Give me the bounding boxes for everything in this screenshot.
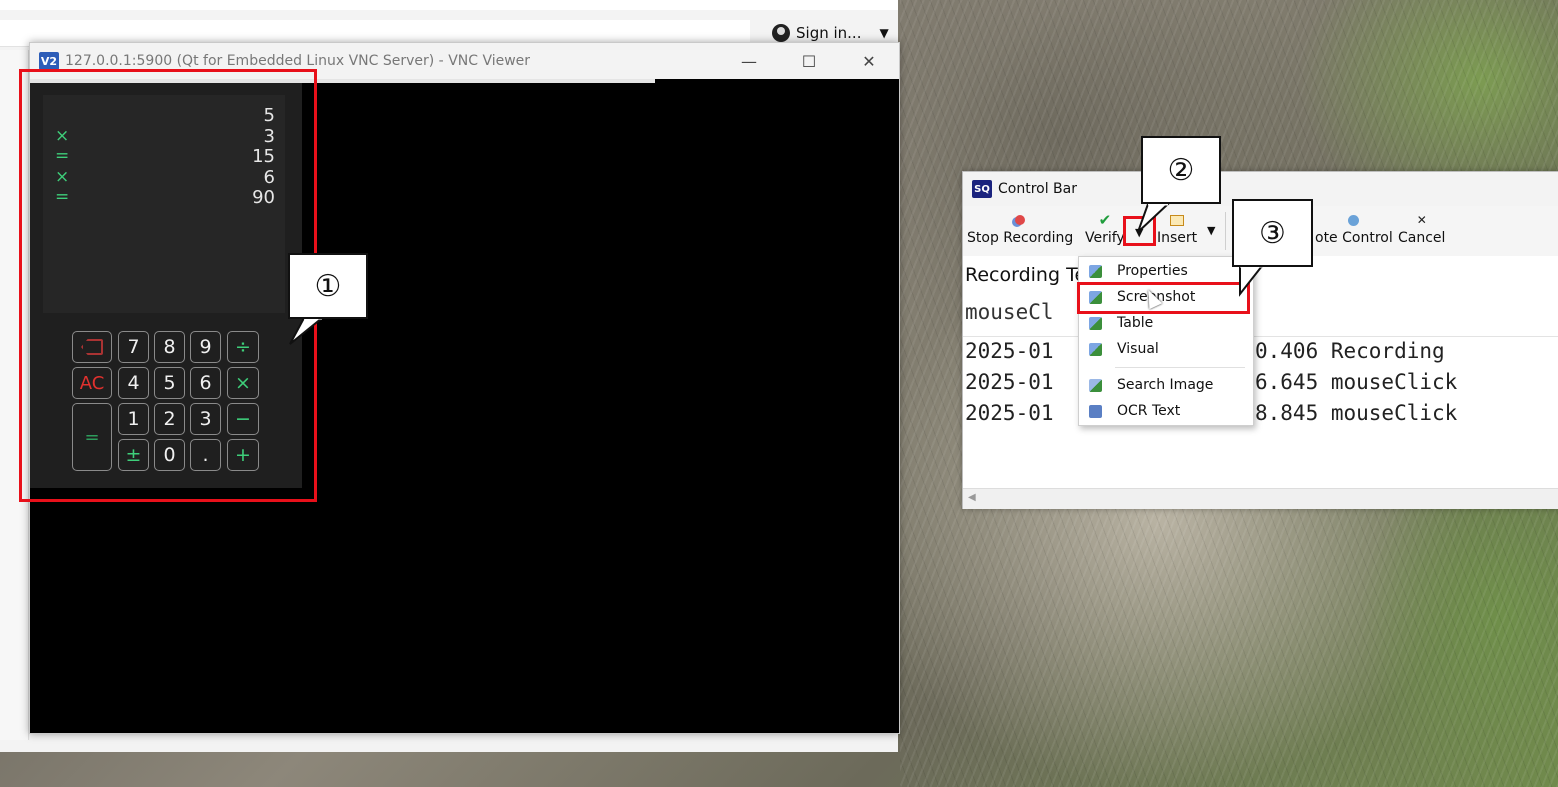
- callout-step-1: ①: [288, 253, 368, 319]
- remote-control-icon: [1348, 214, 1360, 226]
- callout-tail: [1239, 264, 1265, 297]
- log-event: 8.845 mouseClick: [1255, 401, 1458, 425]
- cancel-label: Cancel: [1398, 230, 1446, 246]
- menu-item-label: Table: [1117, 315, 1154, 331]
- annotation-box-screenshot: [1077, 282, 1250, 314]
- menu-item-search-image[interactable]: Search Image: [1079, 372, 1253, 398]
- menu-separator: [1115, 367, 1245, 368]
- visual-icon: [1089, 342, 1102, 356]
- close-button[interactable]: ✕: [839, 43, 899, 79]
- verify-button[interactable]: ✔ Verify: [1085, 210, 1125, 246]
- squish-logo-icon: SQ: [972, 180, 992, 198]
- maximize-button[interactable]: ☐: [779, 43, 839, 79]
- properties-icon: [1089, 264, 1102, 278]
- stop-recording-label: Stop Recording: [967, 230, 1074, 246]
- callout-tail: [1137, 202, 1170, 233]
- vnc-window-title: 127.0.0.1:5900 (Qt for Embedded Linux VN…: [65, 53, 531, 69]
- annotation-box-calculator: [19, 69, 317, 502]
- menu-item-label: Search Image: [1117, 377, 1214, 393]
- maximize-icon: ☐: [801, 51, 817, 71]
- ocr-text-icon: [1089, 404, 1102, 418]
- search-image-icon: [1089, 378, 1102, 392]
- stop-recording-button[interactable]: Stop Recording: [967, 210, 1073, 246]
- log-timestamp: 2025-01: [965, 401, 1054, 425]
- insert-dropdown-arrow-icon[interactable]: ▼: [1207, 224, 1215, 237]
- menu-item-label: Properties: [1117, 263, 1188, 279]
- current-action-text: mouseCl: [965, 300, 1054, 324]
- minimize-button[interactable]: —: [719, 43, 779, 79]
- cancel-x-icon: ✕: [1416, 213, 1427, 227]
- callout-step-2: ②: [1141, 136, 1221, 204]
- minimize-icon: —: [741, 51, 757, 71]
- log-event: 6.645 mouseClick: [1255, 370, 1458, 394]
- log-timestamp: 2025-01: [965, 370, 1054, 394]
- callout-tail: [289, 316, 325, 345]
- menu-item-visual[interactable]: Visual: [1079, 336, 1253, 362]
- close-icon: ✕: [862, 51, 876, 71]
- verify-label: Verify: [1085, 230, 1125, 246]
- checkmark-icon: ✔: [1098, 211, 1112, 229]
- vnc-logo-icon: V2: [39, 52, 59, 70]
- menu-item-ocr-text[interactable]: OCR Text: [1079, 398, 1253, 424]
- insert-icon: [1170, 214, 1185, 226]
- menu-item-label: Visual: [1117, 341, 1159, 357]
- recording-heading: Recording Te: [965, 264, 1087, 286]
- cancel-button[interactable]: ✕ Cancel: [1398, 210, 1445, 246]
- scroll-left-icon[interactable]: ◀: [968, 492, 976, 503]
- window-controls: — ☐ ✕: [719, 43, 899, 79]
- record-icon: [1015, 215, 1026, 225]
- toolbar-separator: [1225, 212, 1226, 250]
- table-icon: [1089, 316, 1102, 330]
- browser-topbar: [0, 0, 898, 10]
- remote-control-button[interactable]: ote Control: [1315, 210, 1393, 246]
- sign-in-label: Sign in...: [796, 24, 862, 42]
- chevron-down-icon[interactable]: ▼: [879, 26, 888, 40]
- control-bar-title: Control Bar: [998, 181, 1077, 197]
- log-timestamp: 2025-01: [965, 339, 1054, 363]
- remote-control-label: ote Control: [1315, 230, 1393, 246]
- horizontal-scrollbar[interactable]: ◀: [963, 488, 1558, 509]
- menu-item-properties[interactable]: Properties: [1079, 258, 1253, 284]
- callout-step-3: ③: [1232, 199, 1313, 267]
- menu-item-label: OCR Text: [1117, 403, 1181, 419]
- avatar-icon: [772, 24, 790, 42]
- sign-in-button[interactable]: Sign in... ▼: [772, 22, 889, 44]
- log-event: 0.406 Recording: [1255, 339, 1445, 363]
- recording-log: 2025-01 0.406 Recording 2025-01 6.645 mo…: [963, 336, 1558, 487]
